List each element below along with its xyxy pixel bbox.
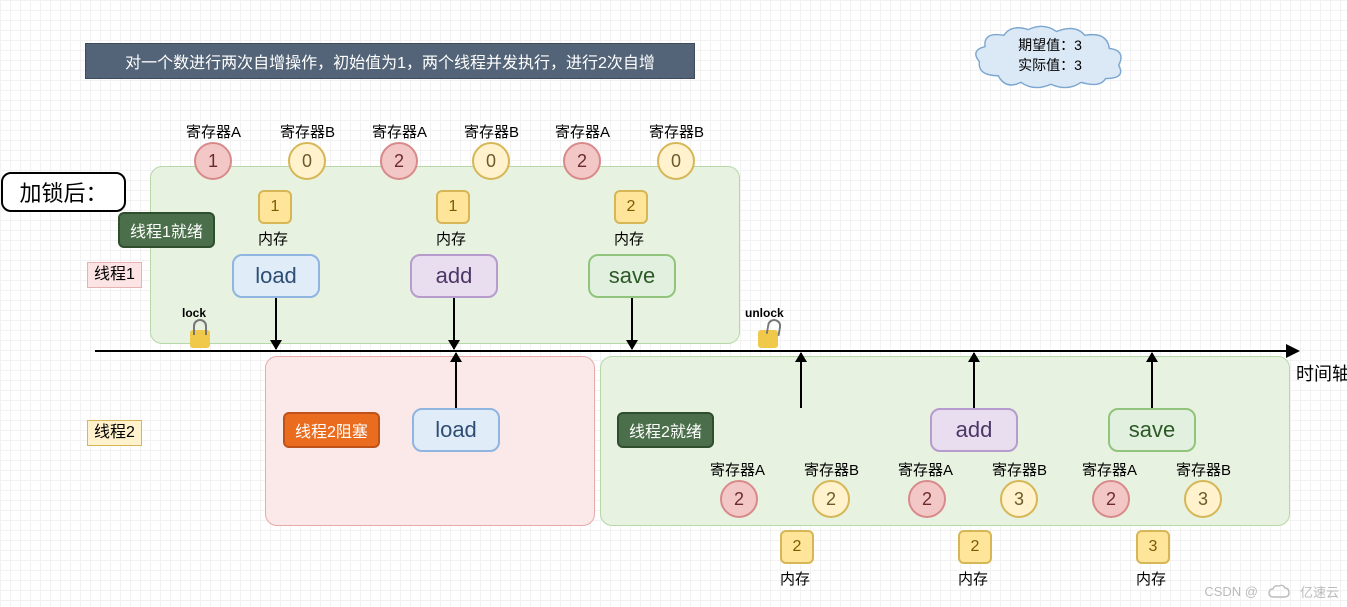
memory-value: 3	[1136, 530, 1170, 564]
reg-b-label: 寄存器B	[464, 121, 519, 142]
unlock-label: unlock	[745, 306, 784, 320]
watermark-left: CSDN @	[1204, 584, 1258, 599]
reg-a-label: 寄存器A	[555, 121, 610, 142]
time-axis	[95, 350, 1292, 352]
watermark: CSDN @ 亿速云	[1204, 582, 1339, 601]
add-op: add	[410, 254, 498, 298]
thread2-label: 线程2	[87, 420, 142, 446]
add-op: add	[930, 408, 1018, 452]
reg-a-label: 寄存器A	[898, 459, 953, 480]
arrow-up-icon	[1151, 353, 1153, 408]
reg-a-label: 寄存器A	[1082, 459, 1137, 480]
reg-a-value: 2	[720, 480, 758, 518]
after-lock-label: 加锁后：	[1, 172, 126, 212]
reg-b-value: 0	[657, 142, 695, 180]
reg-a-value: 2	[563, 142, 601, 180]
reg-b-value: 0	[288, 142, 326, 180]
result-cloud: 期望值：3 实际值：3	[970, 24, 1130, 88]
memory-label: 内存	[1136, 568, 1166, 589]
axis-label: 时间轴	[1296, 360, 1347, 386]
thread2-ready-state: 线程2就绪	[617, 412, 714, 448]
arrow-down-icon	[631, 298, 633, 349]
memory-value: 1	[258, 190, 292, 224]
memory-label: 内存	[780, 568, 810, 589]
reg-a-label: 寄存器A	[372, 121, 427, 142]
memory-label: 内存	[614, 228, 644, 249]
reg-b-label: 寄存器B	[992, 459, 1047, 480]
memory-label: 内存	[258, 228, 288, 249]
reg-b-value: 3	[1184, 480, 1222, 518]
arrow-up-icon	[973, 353, 975, 408]
load-op: load	[232, 254, 320, 298]
reg-b-label: 寄存器B	[649, 121, 704, 142]
arrow-up-icon	[455, 353, 457, 408]
lock-label: lock	[182, 306, 206, 320]
memory-value: 2	[958, 530, 992, 564]
reg-b-label: 寄存器B	[280, 121, 335, 142]
lock-icon	[190, 330, 210, 348]
expected-value: 期望值：3	[1018, 36, 1082, 56]
reg-a-value: 2	[908, 480, 946, 518]
reg-a-value: 2	[380, 142, 418, 180]
thread1-ready-state: 线程1就绪	[118, 212, 215, 248]
reg-b-label: 寄存器B	[1176, 459, 1231, 480]
memory-value: 1	[436, 190, 470, 224]
reg-b-value: 0	[472, 142, 510, 180]
arrow-up-icon	[800, 353, 802, 408]
reg-a-value: 2	[1092, 480, 1130, 518]
actual-value: 实际值：3	[1018, 56, 1082, 76]
arrow-down-icon	[275, 298, 277, 349]
thread1-label: 线程1	[87, 262, 142, 288]
reg-b-value: 3	[1000, 480, 1038, 518]
save-op: save	[1108, 408, 1196, 452]
memory-label: 内存	[958, 568, 988, 589]
description-box: 对一个数进行两次自增操作，初始值为1，两个线程并发执行，进行2次自增	[85, 43, 695, 79]
arrow-down-icon	[453, 298, 455, 349]
memory-label: 内存	[436, 228, 466, 249]
save-op: save	[588, 254, 676, 298]
memory-value: 2	[780, 530, 814, 564]
axis-arrow-icon	[1286, 344, 1300, 358]
cloud-logo-icon	[1268, 584, 1290, 600]
reg-a-value: 1	[194, 142, 232, 180]
memory-value: 2	[614, 190, 648, 224]
reg-b-value: 2	[812, 480, 850, 518]
reg-b-label: 寄存器B	[804, 459, 859, 480]
reg-a-label: 寄存器A	[186, 121, 241, 142]
load-op: load	[412, 408, 500, 452]
reg-a-label: 寄存器A	[710, 459, 765, 480]
watermark-right: 亿速云	[1300, 582, 1339, 601]
unlock-icon	[758, 330, 778, 348]
thread2-blocked-state: 线程2阻塞	[283, 412, 380, 448]
